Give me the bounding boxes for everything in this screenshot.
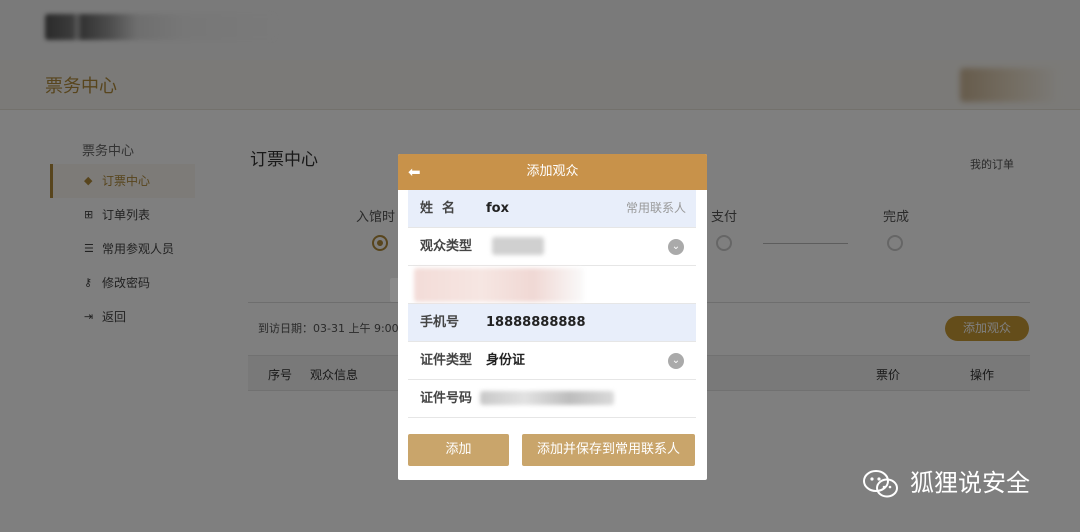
audience-type-row[interactable]: 观众类型 ⌄ xyxy=(408,228,696,266)
chevron-down-icon[interactable]: ⌄ xyxy=(668,353,684,369)
dialog-header: 添加观众 ⬅ xyxy=(398,154,707,190)
common-contacts-link[interactable]: 常用联系人 xyxy=(626,190,686,227)
id-number-input[interactable] xyxy=(480,391,614,405)
dialog-title: 添加观众 xyxy=(526,164,579,179)
chevron-down-icon[interactable]: ⌄ xyxy=(668,239,684,255)
audience-type-label: 观众类型 xyxy=(420,239,473,254)
id-type-label: 证件类型 xyxy=(420,353,473,368)
phone-row: 手机号 xyxy=(408,304,696,342)
add-audience-dialog: 添加观众 ⬅ 姓 名 常用联系人 观众类型 ⌄ 手机号 证件类型 身份证 ⌄ 证… xyxy=(398,154,707,480)
redacted-field xyxy=(414,268,584,302)
redacted-row xyxy=(408,266,696,304)
add-button[interactable]: 添加 xyxy=(408,434,509,466)
id-type-value: 身份证 xyxy=(486,353,526,368)
watermark-text: 狐狸说安全 xyxy=(910,469,1030,497)
name-label: 姓 名 xyxy=(420,201,456,216)
phone-label: 手机号 xyxy=(420,315,460,330)
id-type-row[interactable]: 证件类型 身份证 ⌄ xyxy=(408,342,696,380)
id-number-row: 证件号码 xyxy=(408,380,696,418)
phone-input[interactable] xyxy=(486,304,656,341)
back-arrow-icon[interactable]: ⬅ xyxy=(408,162,424,182)
id-number-label: 证件号码 xyxy=(420,391,473,406)
name-row: 姓 名 常用联系人 xyxy=(408,190,696,228)
add-and-save-button[interactable]: 添加并保存到常用联系人 xyxy=(522,434,695,466)
audience-type-value xyxy=(492,237,544,255)
wechat-icon xyxy=(863,470,898,498)
